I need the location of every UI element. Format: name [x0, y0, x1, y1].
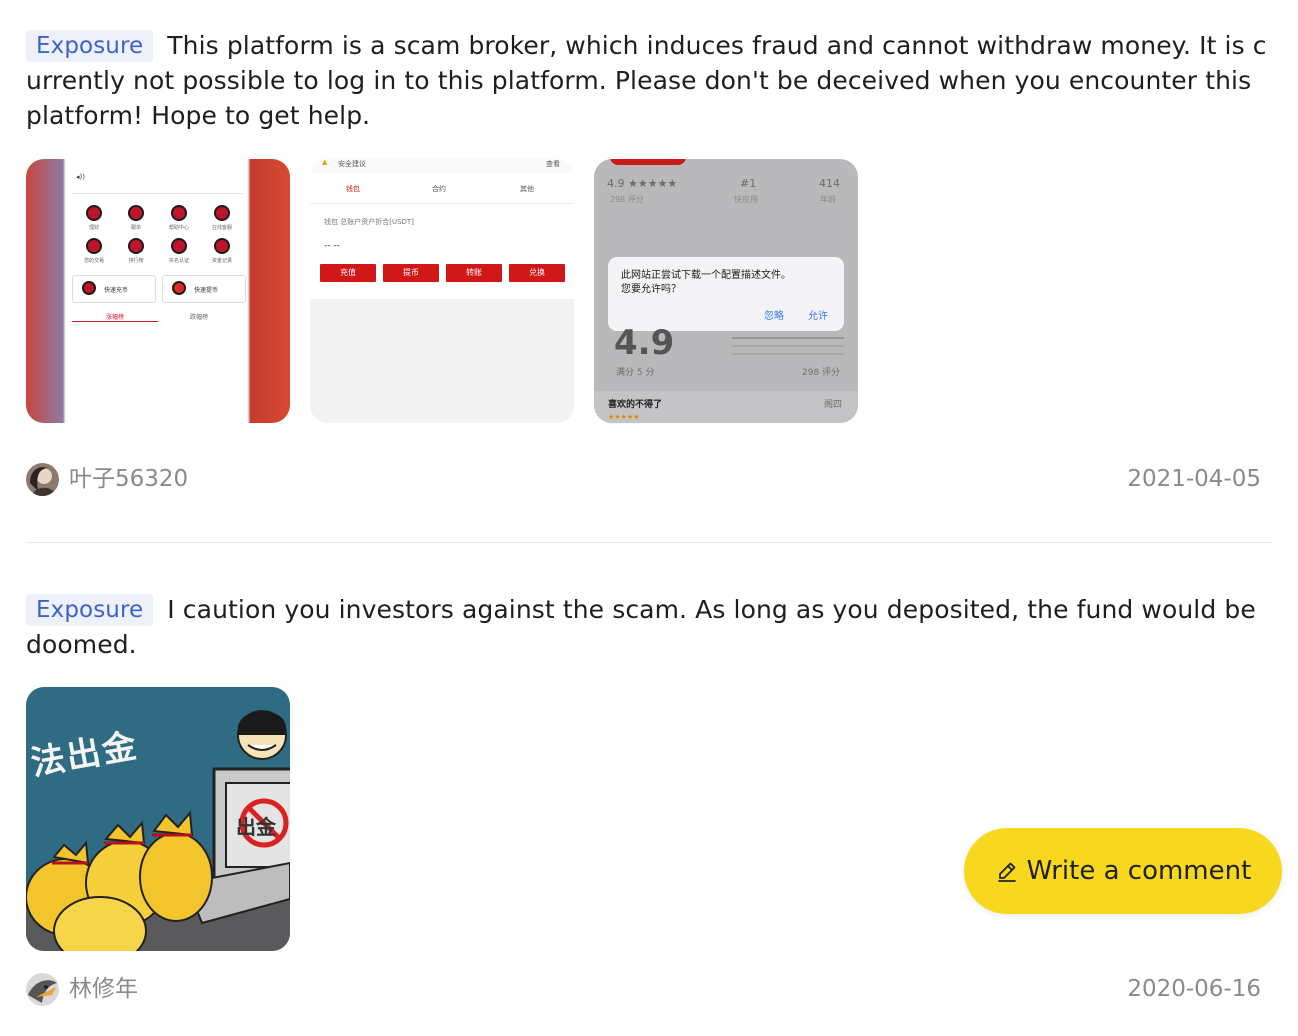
- warning-icon: ▲: [322, 159, 328, 166]
- ratings-count: 298 评分: [610, 195, 644, 204]
- exposure-tag: Exposure: [26, 594, 154, 626]
- author-name[interactable]: 叶子56320: [69, 461, 188, 497]
- grid-label: 帮助中心: [168, 225, 189, 231]
- post-meta: 林修年 2020-06-16: [26, 971, 1261, 1007]
- store-rating: 4.9 ★★★★★: [607, 177, 678, 190]
- post-body: I caution you investors against the scam…: [26, 595, 1256, 659]
- transfer-button: 转账: [446, 264, 502, 282]
- grid-label: 实名认证: [168, 258, 189, 264]
- post-date: 2020-06-16: [1127, 976, 1261, 1002]
- post-date: 2021-04-05: [1127, 466, 1261, 492]
- post-image[interactable]: 法出金 出金: [26, 687, 290, 951]
- grid-label: 排行榜: [128, 258, 144, 264]
- post-text: Exposure This platform is a scam broker, …: [26, 28, 1272, 133]
- tab-losers: 跌幅榜: [190, 314, 209, 321]
- grid-label: 资金记录: [211, 258, 232, 264]
- grid-label: 理财: [88, 225, 99, 231]
- tab-contract: 合约: [432, 185, 446, 193]
- tab-gainers: 涨幅榜: [106, 314, 125, 321]
- avatar[interactable]: [26, 973, 59, 1006]
- big-rating: 4.9: [614, 323, 675, 363]
- age-label: 年龄: [820, 195, 836, 204]
- dialog-ignore-button: 忽略: [764, 311, 784, 322]
- review-author: 阁四: [824, 400, 843, 410]
- grid-label: 跟单: [130, 225, 141, 231]
- withdraw-button: 提币: [383, 264, 439, 282]
- comic-sign: 出金: [236, 815, 276, 839]
- exposure-tag: Exposure: [26, 30, 154, 62]
- security-banner: 安全建议: [338, 160, 366, 168]
- avatar[interactable]: [26, 463, 59, 496]
- grid-label: 您的交易: [83, 258, 104, 264]
- store-age: 414: [819, 177, 840, 190]
- post-image[interactable]: ◂)) 理财 跟单 帮助中心 在线客服 您的交易 排行榜 实名认证 资金记录 快…: [26, 159, 290, 423]
- rank-label: 快应用: [734, 195, 758, 204]
- post: Exposure This platform is a scam broker, …: [26, 28, 1272, 423]
- dialog-message: 此网站正尝试下载一个配置描述文件。: [621, 270, 791, 281]
- post-image[interactable]: 4.9 ★★★★★ 298 评分 #1 快应用 414 年龄 此网站正尝试下载一…: [594, 159, 858, 423]
- author-name[interactable]: 林修年: [69, 971, 138, 1007]
- post-body: This platform is a scam broker, which in…: [26, 31, 1267, 130]
- out-of-label: 满分 5 分: [616, 368, 655, 378]
- post-meta: 叶子56320 2021-04-05: [26, 461, 1261, 497]
- tab-other: 其他: [520, 185, 534, 193]
- image-gallery: ◂)) 理财 跟单 帮助中心 在线客服 您的交易 排行榜 实名认证 资金记录 快…: [26, 159, 1272, 423]
- tab-wallet: 钱包: [346, 185, 360, 193]
- grid-label: 在线客服: [211, 225, 232, 231]
- balance-label: 钱包 总账户资产折合[USDT]: [324, 218, 414, 226]
- post-image[interactable]: ▲ 安全建议 查看 钱包 合约 其他 钱包 总账户资产折合[USDT] -- -…: [310, 159, 574, 423]
- banner-link: 查看: [546, 160, 560, 168]
- store-rank: #1: [740, 177, 757, 190]
- quick-action: 快速提币: [194, 287, 219, 294]
- quick-action: 快速充币: [104, 287, 129, 294]
- dialog-question: 您要允许吗？: [621, 284, 681, 295]
- dialog-allow-button: 允许: [808, 311, 828, 322]
- write-comment-label: Write a comment: [1026, 856, 1252, 886]
- exchange-button: 兑换: [509, 264, 565, 282]
- review-title: 喜欢的不得了: [608, 400, 663, 410]
- download-profile-dialog: 此网站正尝试下载一个配置描述文件。 您要允许吗？ 忽略 允许: [608, 257, 844, 331]
- balance-value: -- --: [324, 241, 340, 251]
- pencil-icon: [995, 859, 1019, 883]
- ratings-count: 298 评分: [802, 368, 841, 378]
- post-text: Exposure I caution you investors against …: [26, 592, 1272, 662]
- divider: [26, 542, 1272, 543]
- deposit-button: 充值: [320, 264, 376, 282]
- write-comment-button[interactable]: Write a comment: [964, 828, 1282, 914]
